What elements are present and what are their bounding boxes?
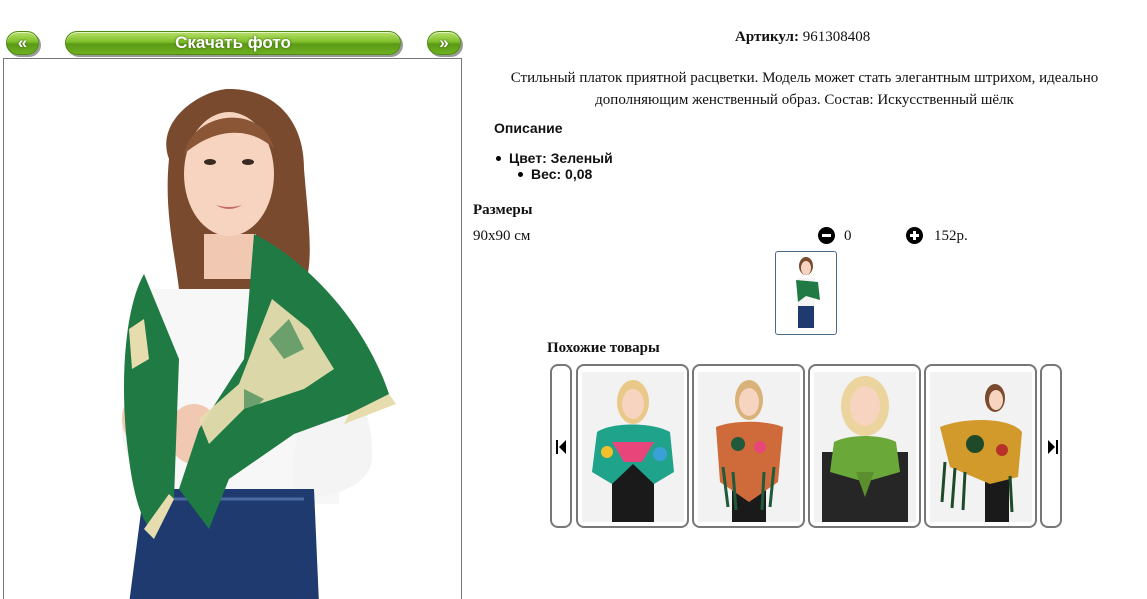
similar-item-image <box>582 372 684 522</box>
product-properties: Цвет: Зеленый Вес: 0,08 <box>496 150 613 182</box>
article-label: Артикул: <box>735 29 799 45</box>
thumbnail-image <box>796 257 820 328</box>
download-photo-button[interactable]: Скачать фото <box>65 31 401 55</box>
size-price: 152р. <box>934 228 968 244</box>
skip-forward-icon <box>1048 440 1058 454</box>
similar-item[interactable] <box>924 364 1037 528</box>
property-color: Цвет: Зеленый <box>496 150 613 166</box>
prev-photo-button[interactable]: « <box>6 31 39 55</box>
size-name: 90х90 см <box>473 228 531 244</box>
similar-item[interactable] <box>576 364 689 528</box>
product-description: Стильный платок приятной расцветки. Моде… <box>510 70 1099 108</box>
property-weight-text: Вес: 0,08 <box>531 166 593 182</box>
property-color-text: Цвет: Зеленый <box>509 150 613 166</box>
minus-circle-icon[interactable] <box>818 227 835 244</box>
skip-back-icon <box>556 440 566 454</box>
article-line: Артикул: 961308408 <box>735 29 870 46</box>
similar-item[interactable] <box>692 364 805 528</box>
next-photo-button[interactable]: » <box>427 31 461 55</box>
description-heading: Описание <box>494 120 563 136</box>
product-photo <box>3 58 462 599</box>
property-weight: Вес: 0,08 <box>518 166 613 182</box>
bullet-icon <box>496 155 501 161</box>
model-wearing-scarf-image <box>121 89 396 599</box>
similar-item-image <box>814 372 916 522</box>
similar-item[interactable] <box>808 364 921 528</box>
quantity-value: 0 <box>844 228 852 244</box>
plus-circle-icon[interactable] <box>906 227 923 244</box>
similar-next-button[interactable] <box>1040 364 1062 528</box>
article-value: 961308408 <box>802 29 871 45</box>
similar-prev-button[interactable] <box>550 364 572 528</box>
similar-item-image <box>930 372 1032 522</box>
similar-item-image <box>698 372 800 522</box>
photo-thumbnail[interactable] <box>775 251 837 335</box>
sizes-heading: Размеры <box>473 202 533 218</box>
similar-products-heading: Похожие товары <box>547 340 660 356</box>
bullet-icon <box>518 171 523 177</box>
